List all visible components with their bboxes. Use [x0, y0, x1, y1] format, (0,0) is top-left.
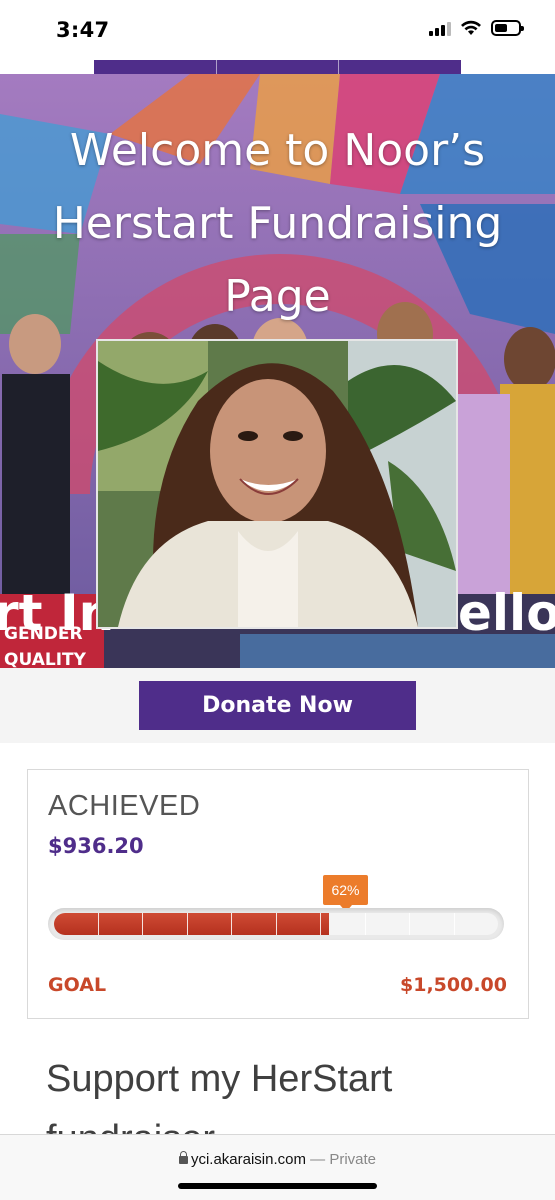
status-bar: 3:47 — [0, 0, 555, 60]
top-nav-tabs[interactable] — [94, 60, 461, 74]
achieved-amount: $936.20 — [48, 834, 144, 858]
banner-text-right: ello — [458, 584, 555, 642]
cellular-signal-icon — [429, 20, 451, 36]
progress-segments — [54, 913, 498, 935]
progress-segment — [188, 913, 232, 935]
progress-segment — [410, 913, 455, 935]
goal-label: GOAL — [48, 974, 107, 996]
nav-tab[interactable] — [217, 60, 340, 74]
private-mode-label: Private — [329, 1151, 377, 1168]
url-row[interactable]: yci.akaraisin.com — Private — [0, 1151, 555, 1168]
home-indicator[interactable] — [178, 1183, 377, 1189]
lock-icon — [178, 1151, 188, 1164]
wifi-icon — [461, 20, 481, 35]
browser-address-bar[interactable]: yci.akaraisin.com — Private — [0, 1134, 555, 1200]
progress-segment — [277, 913, 321, 935]
profile-photo — [96, 339, 458, 629]
progress-segment — [455, 913, 499, 935]
progress-segment — [54, 913, 99, 935]
progress-segment — [99, 913, 143, 935]
support-heading: Support my HerStart — [46, 1058, 393, 1100]
url-text[interactable]: yci.akaraisin.com — [191, 1151, 306, 1168]
progress-bar — [48, 908, 504, 940]
fundraising-progress-card: ACHIEVED $936.20 62% GOAL $1,500.00 — [27, 769, 529, 1019]
support-heading-continued: fundraiser — [46, 1118, 215, 1134]
hero-title: Welcome to Noor’s Herstart Fundraising P… — [52, 125, 503, 322]
donate-now-button[interactable]: Donate Now — [139, 681, 416, 730]
nav-tab[interactable] — [94, 60, 217, 74]
goal-amount: $1,500.00 — [400, 974, 507, 996]
progress-segment — [321, 913, 366, 935]
status-icons — [429, 20, 524, 36]
sign-text: QUALITY — [4, 650, 86, 668]
status-time: 3:47 — [56, 18, 110, 42]
progress-segment — [366, 913, 410, 935]
achieved-label: ACHIEVED — [48, 790, 201, 822]
battery-icon — [491, 20, 524, 36]
profile-photo-image — [98, 341, 456, 627]
url-separator: — — [310, 1151, 326, 1168]
nav-tab[interactable] — [339, 60, 461, 74]
progress-segment — [143, 913, 188, 935]
percent-bubble: 62% — [323, 875, 368, 912]
progress-segment — [232, 913, 277, 935]
